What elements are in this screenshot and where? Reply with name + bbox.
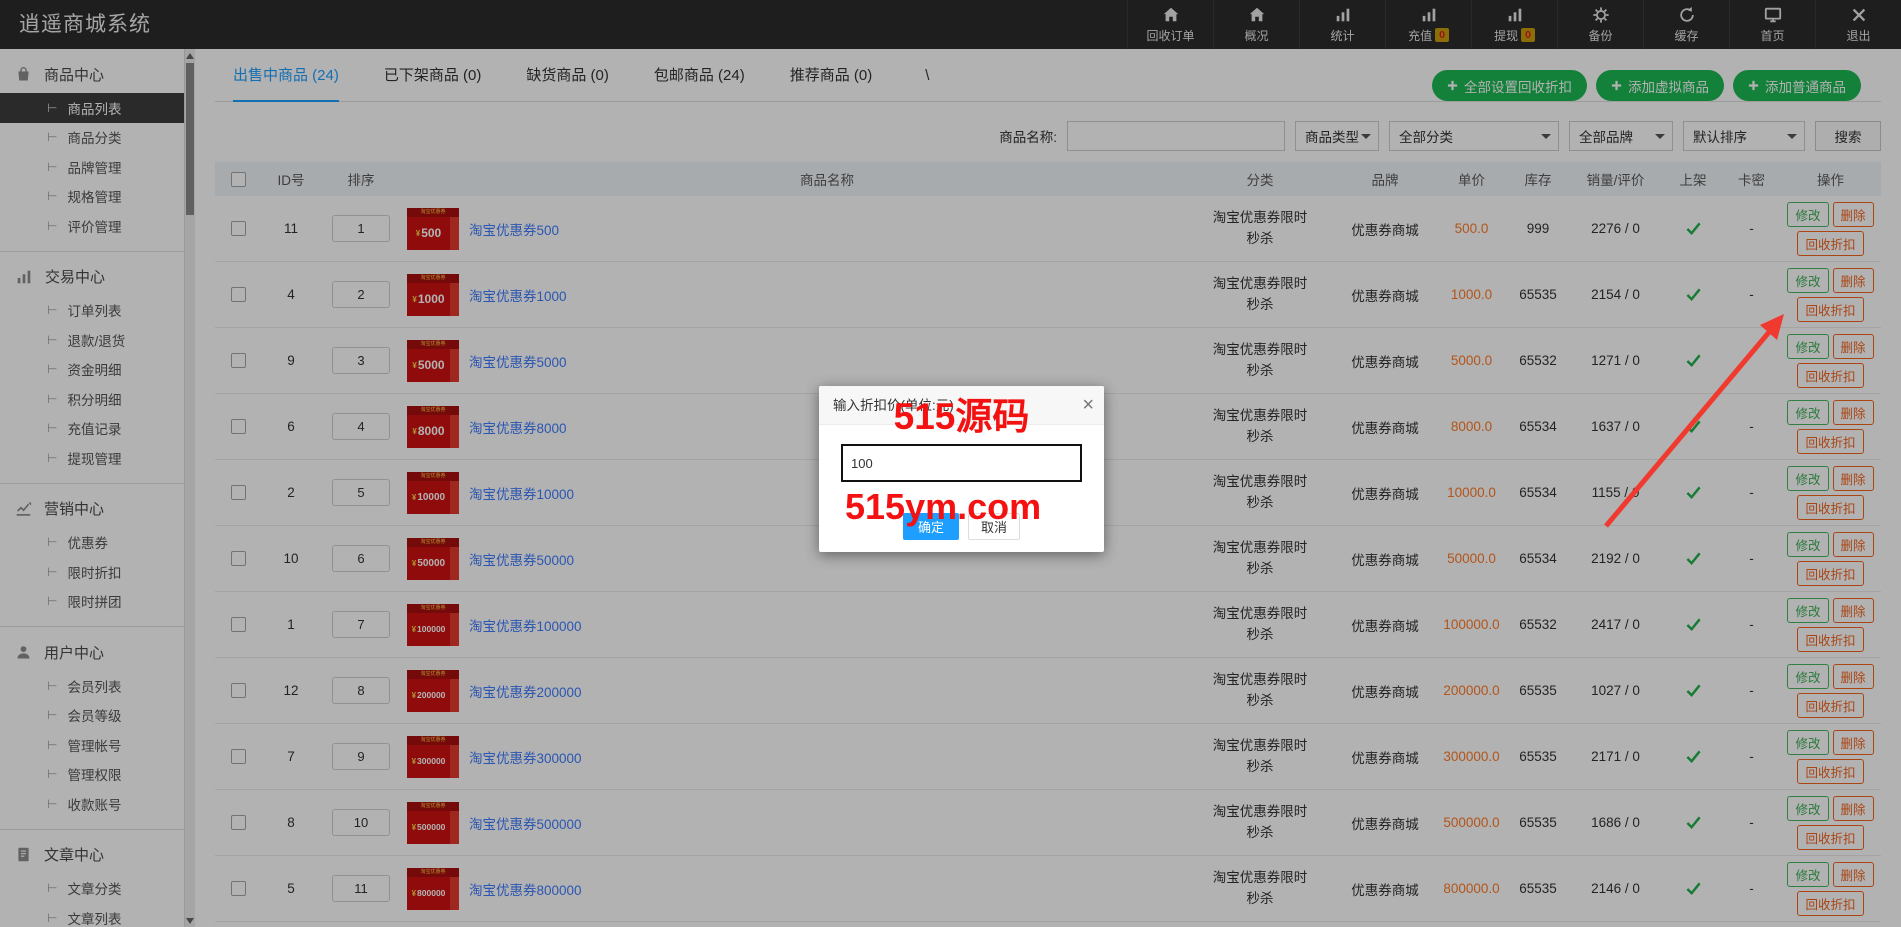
confirm-button[interactable]: 确定 [903, 513, 959, 540]
discount-dialog: 输入折扣价(单位:元) × 确定 取消 515源码 515ym.com [819, 386, 1104, 552]
dialog-title: 输入折扣价(单位:元) [819, 386, 1104, 425]
dialog-buttons: 确定 取消 [819, 513, 1104, 540]
screen: 逍遥商城系统 回收订单概况统计充值0提现0备份缓存首页退出 商品中心⊢商品列表⊢… [0, 0, 1901, 927]
discount-price-input[interactable] [841, 444, 1082, 482]
cancel-button[interactable]: 取消 [968, 513, 1020, 540]
close-icon[interactable]: × [1082, 392, 1094, 418]
